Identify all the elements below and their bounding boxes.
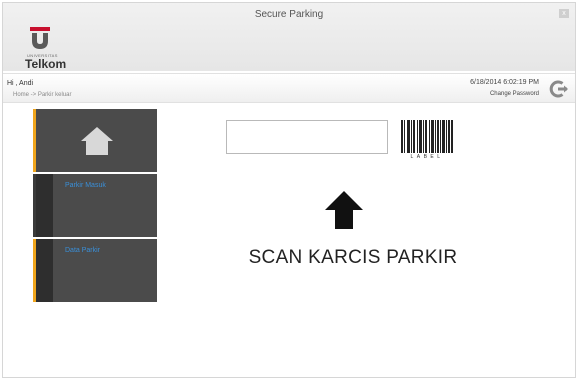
breadcrumb: Home -> Parkir keluar bbox=[13, 92, 72, 98]
home-icon bbox=[81, 127, 113, 155]
barcode-label: LABEL bbox=[410, 154, 444, 160]
telkom-logo-icon bbox=[30, 27, 50, 49]
info-bar: Hi , Andi Home -> Parkir keluar 6/18/201… bbox=[3, 73, 575, 103]
power-icon[interactable] bbox=[549, 79, 569, 99]
logo-name: Telkom bbox=[25, 57, 67, 71]
app-window: Secure Parking x UNIVERSITAS Telkom Hi ,… bbox=[2, 2, 576, 378]
close-button[interactable]: x bbox=[559, 9, 569, 18]
sidebar-item-home[interactable] bbox=[33, 109, 157, 172]
header: Secure Parking x UNIVERSITAS Telkom bbox=[3, 3, 575, 71]
sidebar-item-parkir-masuk[interactable]: Parkir Masuk bbox=[33, 174, 157, 237]
window-title: Secure Parking bbox=[254, 9, 324, 20]
scan-input[interactable] bbox=[226, 120, 388, 154]
telkom-logo: UNIVERSITAS Telkom bbox=[25, 27, 85, 71]
user-greeting: Hi , Andi bbox=[7, 80, 34, 87]
up-arrow-icon bbox=[325, 191, 363, 229]
tile-stripe bbox=[36, 174, 53, 237]
change-password-link[interactable]: Change Password bbox=[490, 91, 539, 97]
scan-instruction: SCAN KARCIS PARKIR bbox=[248, 247, 458, 268]
datetime: 6/18/2014 6:02:19 PM bbox=[470, 79, 539, 86]
sidebar-item-label: Parkir Masuk bbox=[65, 182, 106, 189]
